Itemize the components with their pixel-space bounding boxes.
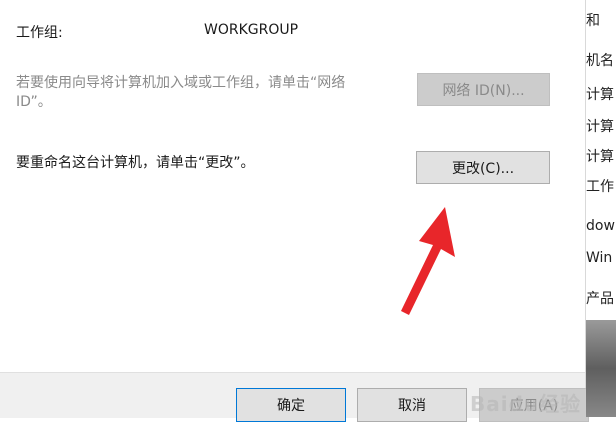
side-text-item: 工作 (586, 179, 614, 195)
background-photo (586, 320, 616, 417)
system-properties-dialog: 工作组: WORKGROUP 若要使用向导将计算机加入域或工作组，请单击“网络I… (0, 0, 586, 418)
workgroup-label: 工作组: (16, 25, 63, 41)
network-id-hint: 若要使用向导将计算机加入域或工作组，请单击“网络ID”。 (16, 75, 346, 110)
side-text-item: 计算 (586, 119, 614, 135)
side-text-item: 计算 (586, 149, 614, 165)
side-text-item: dow (586, 218, 615, 234)
network-id-button[interactable]: 网络 ID(N)... (417, 73, 550, 106)
change-button[interactable]: 更改(C)... (416, 151, 550, 184)
background-window-strip: 些和 机名 计算 计算 计算 工作 dow Win 产品 (586, 0, 616, 417)
baidu-watermark: Baidu经验 (470, 392, 582, 416)
side-text-item: 计算 (586, 87, 614, 103)
workgroup-value: WORKGROUP (204, 22, 299, 38)
side-text-item: 些和 (586, 13, 600, 29)
side-text-item: 机名 (586, 53, 614, 69)
side-text-item: Win (586, 250, 613, 266)
red-annotation-arrow-icon (401, 207, 455, 315)
side-text-item: 产品 (586, 291, 614, 307)
rename-hint: 要重命名这台计算机，请单击“更改”。 (16, 155, 255, 171)
